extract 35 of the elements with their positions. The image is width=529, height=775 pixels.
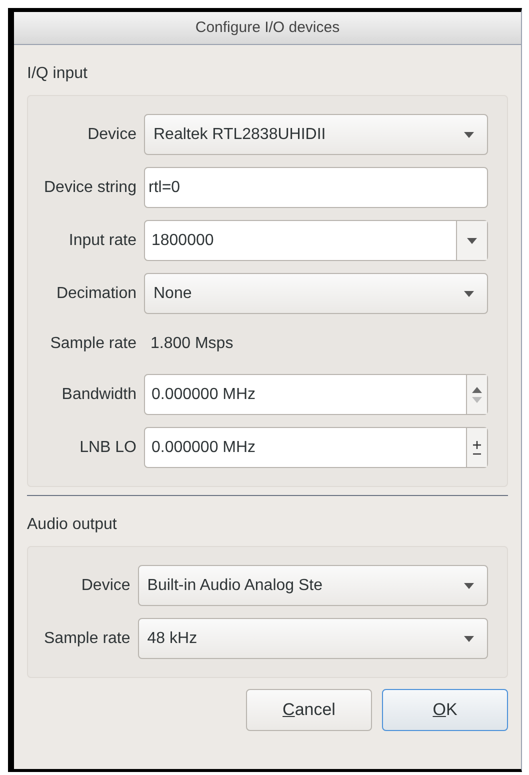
field-label: Decimation xyxy=(55,284,136,304)
dialog-button[interactable]: OK xyxy=(382,689,508,731)
field-label: Sample rate xyxy=(49,334,136,354)
field-label: LNB LO xyxy=(78,438,136,458)
down-arrow-icon xyxy=(472,396,482,402)
caret-icon xyxy=(464,290,474,296)
dropdown[interactable]: Built-in Audio Analog Ste xyxy=(138,565,488,606)
dialog-button[interactable]: Cancel xyxy=(246,689,372,731)
window-title: Configure I/O devices xyxy=(195,18,340,38)
plus-icon xyxy=(473,440,481,448)
value-text: 1.800 Msps xyxy=(149,334,234,354)
spin-buttons[interactable] xyxy=(466,375,487,414)
caret-icon xyxy=(464,636,474,642)
field-label: Device xyxy=(80,576,130,596)
dropdown-button[interactable] xyxy=(456,221,487,260)
field-label: Input rate xyxy=(68,230,136,250)
field-label: Sample rate xyxy=(44,628,130,648)
field-label: Bandwidth xyxy=(60,384,136,404)
group-title: I/Q input xyxy=(27,64,88,84)
dropdown[interactable]: None xyxy=(144,273,488,314)
spin-buttons[interactable] xyxy=(466,428,487,467)
field-label: Device xyxy=(86,124,136,144)
group-title: Audio output xyxy=(27,515,117,535)
minus-icon xyxy=(473,452,481,454)
dropdown[interactable]: 48 kHz xyxy=(138,618,488,659)
caret-icon xyxy=(464,582,474,588)
spin-field[interactable]: 0.000000 MHz xyxy=(144,374,488,415)
caret-icon xyxy=(467,238,477,244)
up-arrow-icon xyxy=(472,386,482,392)
field-label: Device string xyxy=(44,178,136,198)
caret-icon xyxy=(464,132,474,138)
combo-field[interactable]: 1800000 xyxy=(144,220,488,261)
input-field[interactable]: rtl=0 xyxy=(144,167,488,208)
spin-field[interactable]: 0.000000 MHz xyxy=(144,427,488,468)
dropdown[interactable]: Realtek RTL2838UHIDII xyxy=(144,114,488,155)
